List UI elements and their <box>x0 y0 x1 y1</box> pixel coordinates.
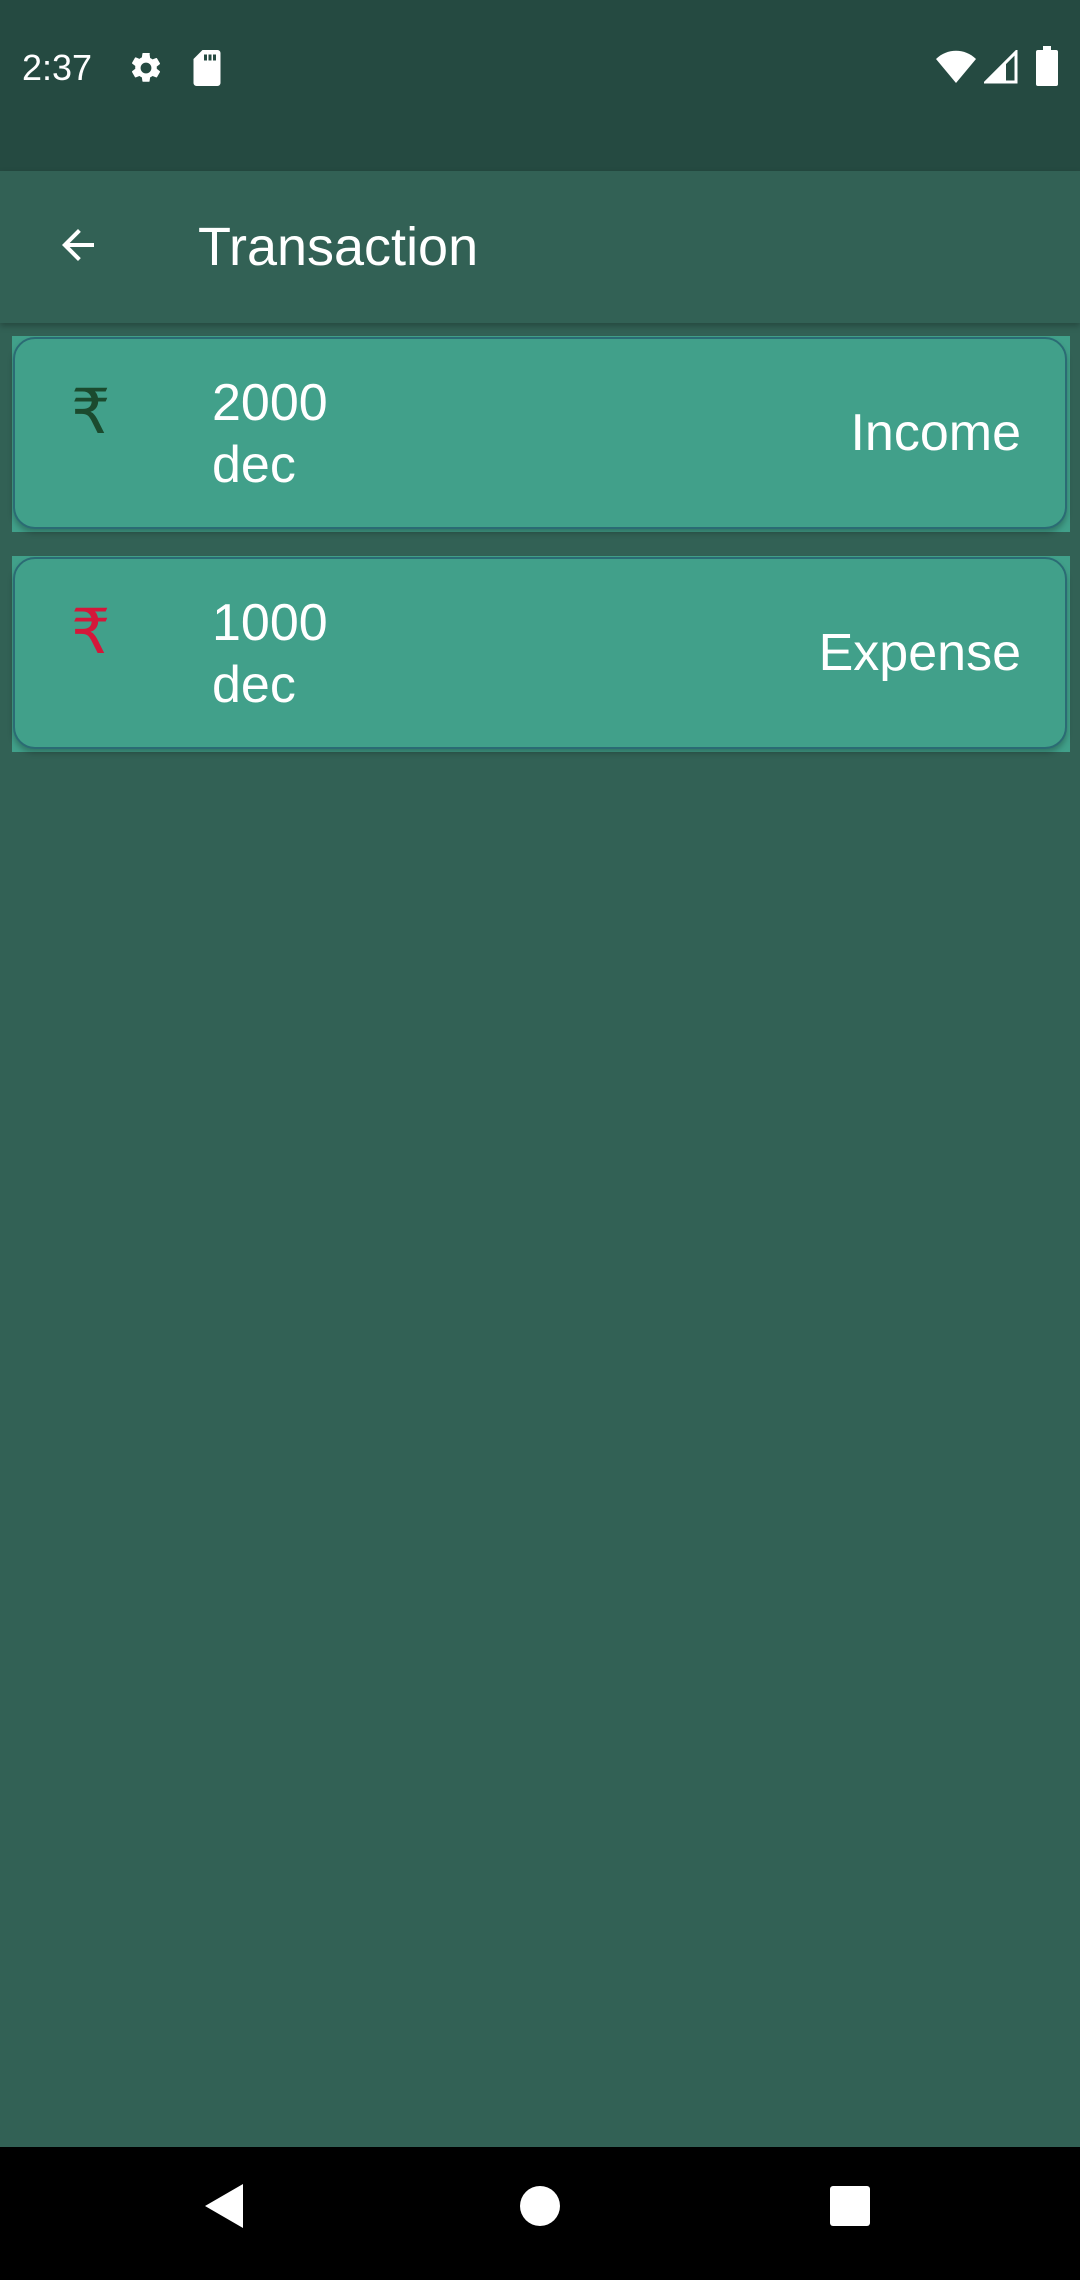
arrow-back-icon <box>62 229 94 261</box>
transaction-type: Income <box>850 404 1021 462</box>
rupee-icon: ₹ <box>71 375 111 448</box>
status-bar: 2:37 <box>0 0 1080 171</box>
transaction-card[interactable]: ₹ 2000 dec Income <box>13 337 1067 529</box>
list-item[interactable]: ₹ 1000 dec Expense <box>12 556 1070 752</box>
sd-card-icon <box>193 50 221 86</box>
home-circle-icon <box>520 2186 560 2226</box>
battery-icon <box>1036 46 1058 86</box>
transaction-month: dec <box>212 656 296 714</box>
app-bar: Transaction <box>0 171 1080 323</box>
list-item[interactable]: ₹ 2000 dec Income <box>12 336 1070 532</box>
signal-icon <box>984 50 1018 84</box>
wifi-icon <box>936 50 976 83</box>
status-time: 2:37 <box>22 47 93 88</box>
transaction-card[interactable]: ₹ 1000 dec Expense <box>13 557 1067 749</box>
nav-recents-button[interactable] <box>815 2171 885 2241</box>
rupee-icon: ₹ <box>71 595 111 668</box>
recents-square-icon <box>830 2186 870 2226</box>
settings-icon <box>131 52 161 82</box>
nav-back-button[interactable] <box>190 2171 260 2241</box>
transaction-amount: 2000 <box>212 374 328 432</box>
nav-home-button[interactable] <box>505 2171 575 2241</box>
transaction-month: dec <box>212 436 296 494</box>
transaction-list: ₹ 2000 dec Income ₹ 1000 dec Expense <box>12 336 1070 776</box>
back-triangle-icon <box>205 2184 243 2228</box>
transaction-type: Expense <box>818 624 1021 682</box>
navigation-bar <box>0 2147 1080 2280</box>
page-title: Transaction <box>198 217 479 277</box>
back-button[interactable] <box>38 205 118 285</box>
transaction-amount: 1000 <box>212 594 328 652</box>
